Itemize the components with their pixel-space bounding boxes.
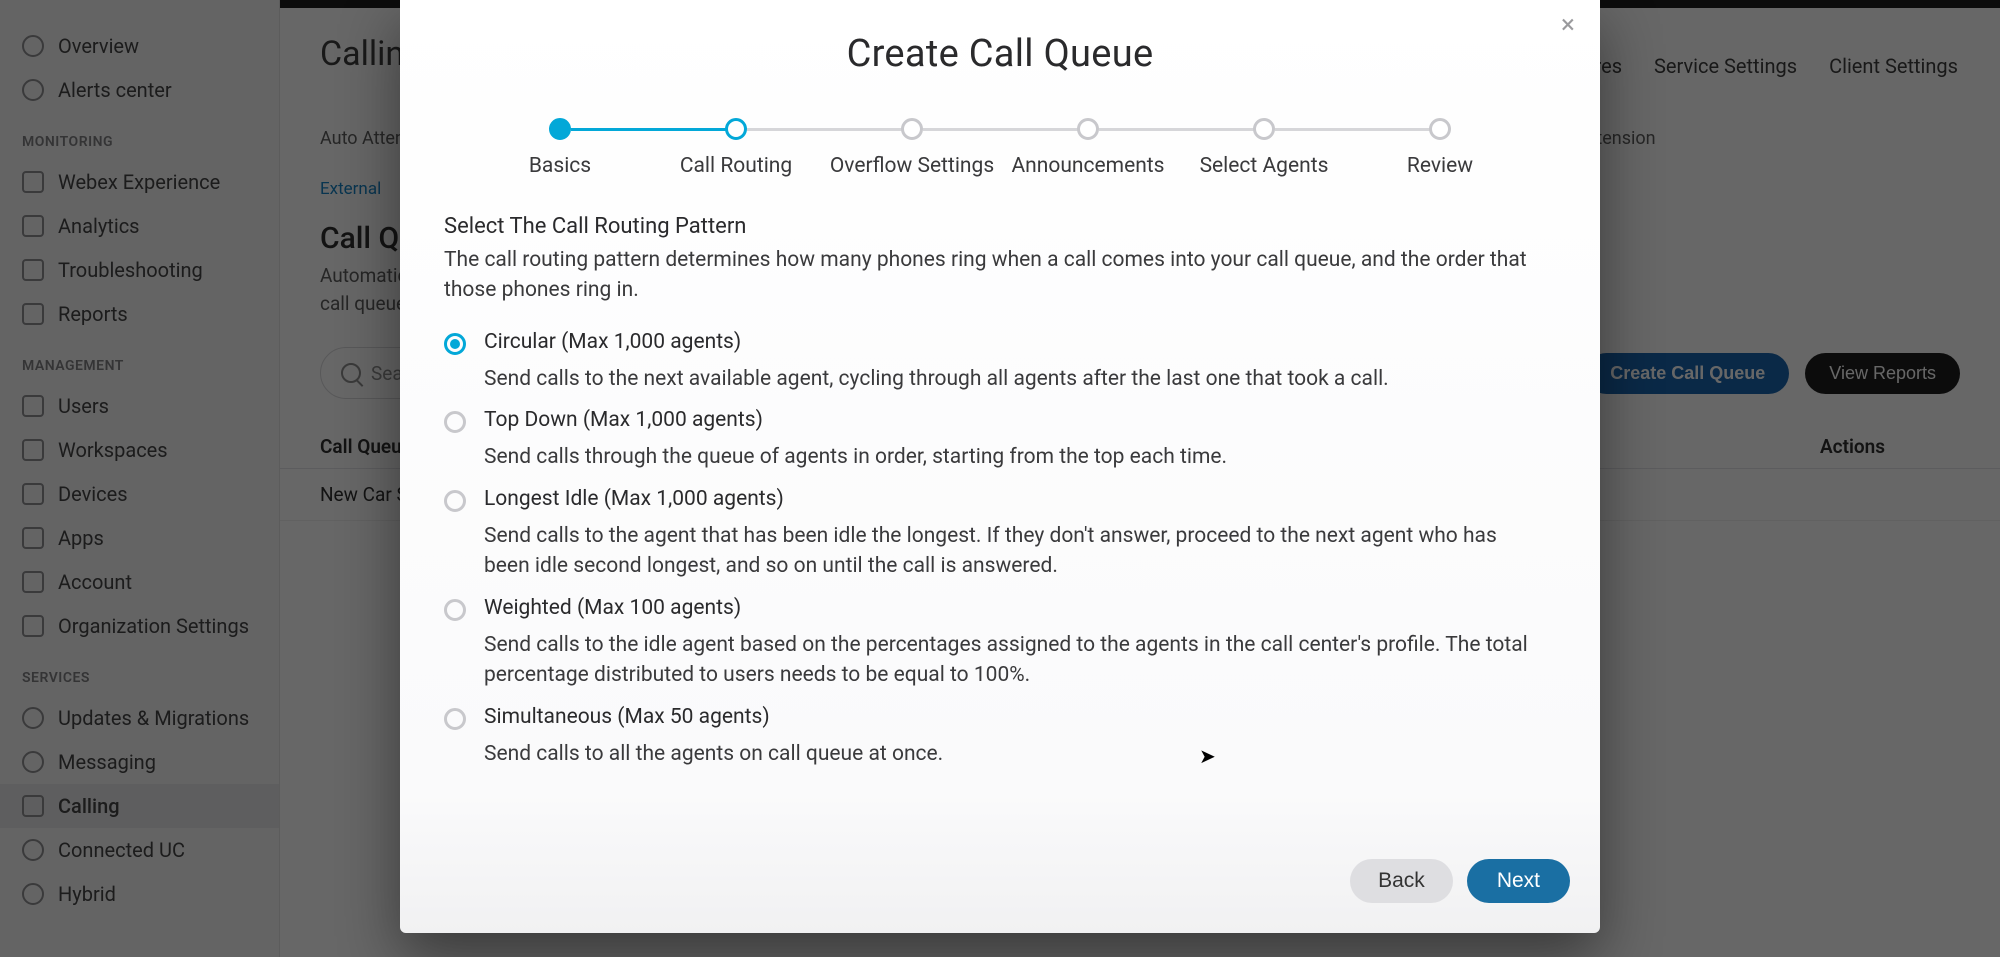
- radio-top-down[interactable]: [444, 411, 466, 433]
- step-dot-icon: [901, 118, 923, 140]
- step-select-agents[interactable]: Select Agents: [1176, 118, 1352, 178]
- step-dot-icon: [1077, 118, 1099, 140]
- step-call-routing[interactable]: Call Routing: [648, 118, 824, 178]
- modal-actions: Back Next: [426, 859, 1574, 903]
- step-connector: [1099, 128, 1257, 131]
- modal-title: Create Call Queue: [426, 32, 1574, 76]
- radio-longest-idle[interactable]: [444, 490, 466, 512]
- step-dot-icon: [549, 118, 571, 140]
- step-review[interactable]: Review: [1352, 118, 1528, 178]
- step-label: Basics: [529, 154, 591, 178]
- step-overflow-settings[interactable]: Overflow Settings: [824, 118, 1000, 178]
- modal-overlay: × Create Call Queue Basics Call Routing …: [0, 0, 2000, 957]
- step-label: Announcements: [1011, 154, 1164, 178]
- step-announcements[interactable]: Announcements: [1000, 118, 1176, 178]
- step-connector: [747, 128, 905, 131]
- radio-circular[interactable]: [444, 333, 466, 355]
- option-title: Longest Idle (Max 1,000 agents): [484, 487, 1544, 511]
- option-title: Circular (Max 1,000 agents): [484, 330, 1389, 354]
- step-label: Call Routing: [680, 154, 792, 178]
- step-dot-icon: [1253, 118, 1275, 140]
- option-title: Weighted (Max 100 agents): [484, 596, 1544, 620]
- option-title: Top Down (Max 1,000 agents): [484, 408, 1227, 432]
- step-connector: [1275, 128, 1433, 131]
- step-label: Overflow Settings: [830, 154, 994, 178]
- step-dot-icon: [725, 118, 747, 140]
- form-subheading: The call routing pattern determines how …: [444, 245, 1556, 306]
- option-description: Send calls to the idle agent based on th…: [484, 630, 1544, 691]
- routing-form: Select The Call Routing Pattern The call…: [426, 206, 1574, 769]
- form-heading: Select The Call Routing Pattern: [444, 214, 1556, 239]
- option-title: Simultaneous (Max 50 agents): [484, 705, 943, 729]
- back-button[interactable]: Back: [1350, 859, 1453, 903]
- wizard-stepper: Basics Call Routing Overflow Settings An…: [472, 118, 1528, 178]
- option-description: Send calls to the next available agent, …: [484, 364, 1389, 394]
- option-description: Send calls to the agent that has been id…: [484, 521, 1544, 582]
- option-description: Send calls to all the agents on call que…: [484, 739, 943, 769]
- step-label: Review: [1407, 154, 1473, 178]
- routing-option-top-down[interactable]: Top Down (Max 1,000 agents) Send calls t…: [444, 408, 1556, 472]
- step-connector: [923, 128, 1081, 131]
- create-call-queue-modal: × Create Call Queue Basics Call Routing …: [400, 0, 1600, 933]
- routing-option-weighted[interactable]: Weighted (Max 100 agents) Send calls to …: [444, 596, 1556, 691]
- radio-simultaneous[interactable]: [444, 708, 466, 730]
- routing-option-circular[interactable]: Circular (Max 1,000 agents) Send calls t…: [444, 330, 1556, 394]
- radio-weighted[interactable]: [444, 599, 466, 621]
- step-dot-icon: [1429, 118, 1451, 140]
- routing-option-simultaneous[interactable]: Simultaneous (Max 50 agents) Send calls …: [444, 705, 1556, 769]
- routing-option-longest-idle[interactable]: Longest Idle (Max 1,000 agents) Send cal…: [444, 487, 1556, 582]
- option-description: Send calls through the queue of agents i…: [484, 442, 1227, 472]
- close-button[interactable]: ×: [1554, 12, 1582, 40]
- step-label: Select Agents: [1200, 154, 1329, 178]
- next-button[interactable]: Next: [1467, 859, 1570, 903]
- step-connector: [571, 128, 729, 131]
- step-basics[interactable]: Basics: [472, 118, 648, 178]
